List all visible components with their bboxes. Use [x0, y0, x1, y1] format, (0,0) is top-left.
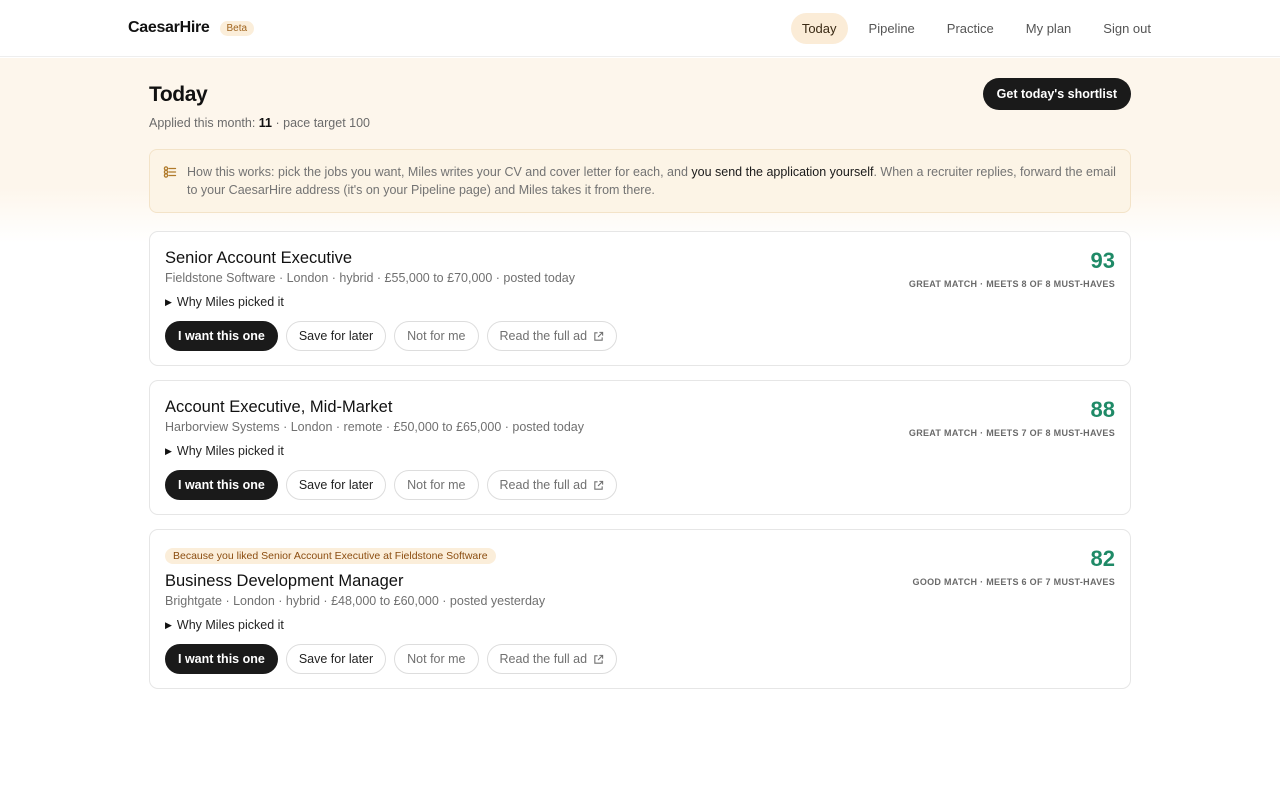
page-header: Today Applied this month: 11 · pace targ… — [149, 57, 1131, 130]
nav-pipeline[interactable]: Pipeline — [858, 13, 926, 44]
save-for-later-button[interactable]: Save for later — [285, 321, 387, 351]
save-for-later-button[interactable]: Save for later — [285, 644, 387, 674]
why-picked-toggle[interactable]: ▶ Why Miles picked it — [165, 295, 1115, 309]
match-score: 82 GOOD MATCH · MEETS 6 OF 7 MUST-HAVES — [913, 546, 1115, 587]
job-actions: I want this one Save for later Not for m… — [165, 644, 1115, 674]
beta-badge: Beta — [219, 20, 255, 36]
job-meta: Brightgate · London · hybrid · £48,000 t… — [165, 594, 546, 608]
match-label: GOOD MATCH · MEETS 6 OF 7 MUST-HAVES — [912, 577, 1115, 587]
disclosure-triangle-icon: ▶ — [165, 296, 172, 307]
why-picked-label: Why Miles picked it — [176, 444, 284, 458]
top-nav-bar: CaesarHire Beta Today Pipeline Practice … — [0, 0, 1280, 57]
brand: CaesarHire Beta — [128, 19, 255, 37]
page-heading-group: Today Applied this month: 11 · pace targ… — [149, 81, 370, 130]
not-for-me-button[interactable]: Not for me — [394, 470, 479, 500]
pace-target: · pace target 100 — [275, 116, 371, 130]
job-card: Because you liked Senior Account Executi… — [149, 529, 1131, 689]
main-nav: Today Pipeline Practice My plan Sign out — [790, 12, 1162, 44]
match-score: 93 GREAT MATCH · MEETS 8 OF 8 MUST-HAVES — [909, 248, 1115, 289]
sparkle-list-icon — [163, 166, 177, 178]
read-full-ad-label: Read the full ad — [499, 478, 588, 492]
brand-logo[interactable]: CaesarHire — [128, 19, 210, 37]
why-picked-toggle[interactable]: ▶ Why Miles picked it — [165, 444, 1115, 458]
nav-practice[interactable]: Practice — [936, 13, 1005, 44]
how-it-works-notice: How this works: pick the jobs you want, … — [149, 149, 1131, 213]
want-button[interactable]: I want this one — [165, 644, 278, 674]
disclosure-triangle-icon: ▶ — [165, 619, 172, 630]
external-link-icon — [594, 654, 604, 664]
info-highlight: you send the application yourself — [691, 165, 874, 179]
info-text-1: How this works: pick the jobs you want, … — [187, 165, 692, 179]
score-value: 88 — [1090, 397, 1115, 422]
not-for-me-button[interactable]: Not for me — [394, 644, 479, 674]
main-content: Today Applied this month: 11 · pace targ… — [149, 57, 1131, 689]
match-score: 88 GREAT MATCH · MEETS 7 OF 8 MUST-HAVES — [909, 397, 1115, 438]
save-for-later-button[interactable]: Save for later — [285, 470, 387, 500]
not-for-me-button[interactable]: Not for me — [394, 321, 479, 351]
why-picked-toggle[interactable]: ▶ Why Miles picked it — [165, 618, 1115, 632]
nav-sign-out[interactable]: Sign out — [1092, 13, 1162, 44]
read-full-ad-label: Read the full ad — [499, 652, 588, 666]
read-full-ad-button[interactable]: Read the full ad — [486, 470, 618, 500]
applied-summary: Applied this month: 11 · pace target 100 — [149, 116, 370, 130]
why-picked-label: Why Miles picked it — [176, 618, 284, 632]
why-picked-label: Why Miles picked it — [176, 295, 284, 309]
score-value: 82 — [1090, 546, 1115, 571]
applied-count: 11 — [258, 116, 273, 130]
applied-label: Applied this month: — [149, 116, 256, 130]
job-actions: I want this one Save for later Not for m… — [165, 321, 1115, 351]
nav-my-plan[interactable]: My plan — [1015, 13, 1083, 44]
job-card: Senior Account Executive Fieldstone Soft… — [149, 231, 1131, 366]
external-link-icon — [594, 480, 604, 490]
job-card: Account Executive, Mid-Market Harborview… — [149, 380, 1131, 515]
read-full-ad-button[interactable]: Read the full ad — [486, 321, 618, 351]
nav-today[interactable]: Today — [790, 12, 848, 44]
page-title: Today — [149, 83, 208, 106]
want-button[interactable]: I want this one — [165, 470, 278, 500]
read-full-ad-label: Read the full ad — [499, 329, 588, 343]
score-value: 93 — [1090, 248, 1115, 273]
external-link-icon — [594, 331, 604, 341]
get-shortlist-button[interactable]: Get today's shortlist — [982, 78, 1131, 110]
match-label: GREAT MATCH · MEETS 8 OF 8 MUST-HAVES — [908, 279, 1115, 289]
match-label: GREAT MATCH · MEETS 7 OF 8 MUST-HAVES — [908, 428, 1115, 438]
job-actions: I want this one Save for later Not for m… — [165, 470, 1115, 500]
recommendation-reason-tag: Because you liked Senior Account Executi… — [165, 548, 496, 564]
disclosure-triangle-icon: ▶ — [165, 445, 172, 456]
want-button[interactable]: I want this one — [165, 321, 278, 351]
read-full-ad-button[interactable]: Read the full ad — [486, 644, 618, 674]
